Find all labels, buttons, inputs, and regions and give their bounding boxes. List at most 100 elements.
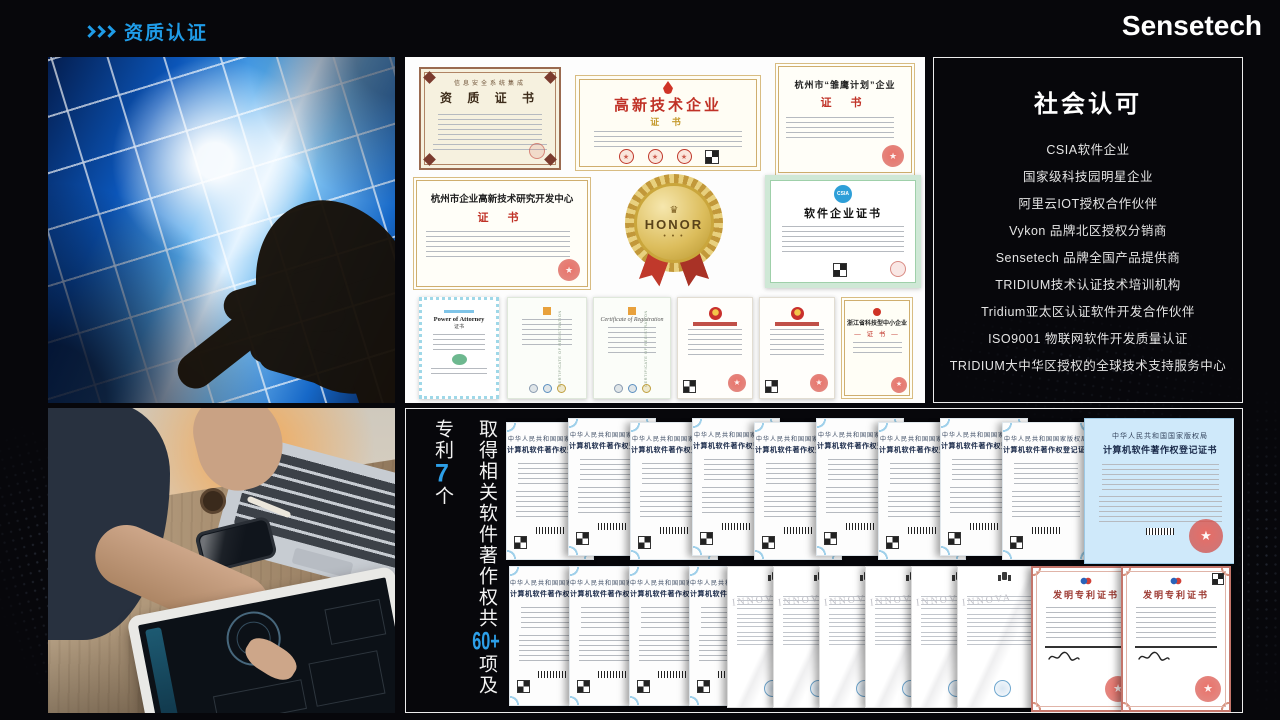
seal-icon xyxy=(890,261,906,277)
certificate-subtitle: — 证 书 — xyxy=(842,328,912,338)
certificate-title: 计算机软件著作权登记证书 xyxy=(1003,445,1089,455)
certificate-title: 浙江省科技型中小企业 xyxy=(842,318,912,327)
certificate-side-text: CERTIFICATE OF REGISTRATION xyxy=(558,310,563,387)
divider xyxy=(1135,646,1218,648)
certificate-title: 杭州市企业高新技术研究开发中心 xyxy=(414,191,590,205)
signature-icon xyxy=(1047,650,1081,664)
certificate-power-of-attorney: Power of Attorney 证书 xyxy=(419,297,499,399)
certificate-registration-emblem-2 xyxy=(759,297,835,399)
certificate-text-lines xyxy=(770,329,825,359)
barcode-icon xyxy=(658,671,686,678)
certificate-title: 软件企业证书 xyxy=(770,205,916,221)
invention-patent-certificate: 发明专利证书 xyxy=(1121,566,1231,712)
certificate-text-lines xyxy=(782,226,905,252)
social-recognition-item: 阿里云IOT授权合作伙伴 xyxy=(934,191,1242,218)
chevrons-icon xyxy=(85,27,114,36)
seal-icon xyxy=(543,384,552,393)
seal-icon xyxy=(642,384,651,393)
copyright-count: 60+ xyxy=(472,629,500,654)
flame-logo-icon xyxy=(663,81,673,94)
certificate-header: 信息安全系统集成 xyxy=(421,78,559,87)
seal-icon xyxy=(994,680,1011,697)
certificate-title: Power of Attorney xyxy=(422,316,496,323)
seal-icon xyxy=(891,377,907,393)
qr-code-icon xyxy=(766,381,777,392)
social-recognition-item: Sensetech 品牌全国产品提供商 xyxy=(934,245,1242,272)
certificate-text-lines xyxy=(608,327,657,357)
medal-label: HONOR xyxy=(645,217,703,232)
registrar-logo-icon xyxy=(628,307,636,315)
qr-code-icon xyxy=(701,533,712,544)
qr-code-icon xyxy=(639,537,650,548)
qr-code-icon xyxy=(684,381,695,392)
certificate-title: 资 质 证 书 xyxy=(421,89,559,106)
social-recognition-item: Tridium亚太区认证软件开发合作伙伴 xyxy=(934,299,1242,326)
qr-code-icon xyxy=(698,681,709,692)
seal-icon xyxy=(1189,519,1223,553)
certificate-logo-bar xyxy=(444,310,474,313)
qr-code-icon xyxy=(638,681,649,692)
seal-icon xyxy=(728,374,746,392)
certificate-header: 中华人民共和国国家版权局 xyxy=(1085,431,1234,441)
certificate-eaglet-plan: 杭州市“雏鹰计划”企业 证 书 xyxy=(775,63,915,176)
certificate-text-lines xyxy=(438,114,543,140)
barcode-icon xyxy=(538,671,566,678)
qr-code-icon xyxy=(949,533,960,544)
barcode-icon xyxy=(598,523,626,530)
patents-caption: 取得相关软件著作权共60+项及 专利7个 xyxy=(420,419,508,711)
qr-code-icon xyxy=(887,537,898,548)
cnipa-logo-icon xyxy=(1079,576,1093,586)
certificate-title-bar xyxy=(775,322,819,326)
social-recognition-item: CSIA软件企业 xyxy=(934,137,1242,164)
divider xyxy=(1045,646,1128,648)
page-title: 资质认证 xyxy=(124,18,208,45)
barcode-icon xyxy=(908,527,936,534)
seal-icon xyxy=(677,149,692,164)
qr-code-icon xyxy=(577,533,588,544)
certificate-text-lines xyxy=(1046,607,1127,641)
barcode-icon xyxy=(598,671,626,678)
crown-icon: ♛ xyxy=(670,206,679,216)
certificate-of-registration-2: CERTIFICATE OF REGISTRATION Certificate … xyxy=(593,297,671,399)
certificate-registration-emblem-1 xyxy=(677,297,753,399)
honor-medal: ♛ HONOR • • • xyxy=(615,174,733,290)
qr-code-icon xyxy=(1011,537,1022,548)
certificate-text-lines xyxy=(688,329,743,359)
certificates-panel: 信息安全系统集成 资 质 证 书 高新技术企业 证 书 杭州市“雏鹰计划”企业 … xyxy=(405,57,925,403)
social-recognition-list: CSIA软件企业 国家级科技园明星企业 阿里云IOT授权合作伙伴 Vykon 品… xyxy=(934,137,1242,380)
social-recognition-item: TRIDIUM大中华区授权的全球技术支持服务中心 xyxy=(934,353,1242,380)
national-emblem-icon xyxy=(791,307,804,320)
certificate-text-lines xyxy=(853,342,902,356)
barcode-icon xyxy=(722,523,750,530)
certificate-subtitle: 证书 xyxy=(422,323,496,330)
qr-code-icon xyxy=(706,151,718,163)
seal-icon xyxy=(452,354,467,365)
qr-code-icon xyxy=(763,537,774,548)
medal-disc: ♛ HONOR • • • xyxy=(634,183,714,263)
header: 资质认证 xyxy=(85,18,208,45)
certificate-text-lines xyxy=(431,368,487,377)
qr-code-icon xyxy=(518,681,529,692)
barcode-icon xyxy=(970,523,998,530)
certificate-security-integration: 信息安全系统集成 资 质 证 书 xyxy=(419,67,561,170)
brand-logo: Sensetech xyxy=(1122,10,1262,42)
certificate-text-lines xyxy=(1014,463,1078,485)
caption-line-1: 取得相关软件著作权共60+项及 xyxy=(464,419,508,711)
seal-icon xyxy=(628,384,637,393)
patent-certificates-row: 中华人民共和国国家版权局 计算机软件著作权登记证书 中华人民共和国国家版权局 计… xyxy=(509,566,1235,712)
cnipa-logo-icon xyxy=(1169,576,1183,586)
barcode-icon xyxy=(536,527,564,534)
qr-code-icon xyxy=(1213,574,1223,584)
certificate-subtitle: 证 书 xyxy=(414,209,590,225)
qr-code-icon xyxy=(578,681,589,692)
patent-count: 7 xyxy=(428,461,456,486)
certificate-text-lines xyxy=(1102,464,1219,490)
seal-icon xyxy=(529,384,538,393)
qr-code-icon xyxy=(834,264,846,276)
social-recognition-panel: 社会认可 CSIA软件企业 国家级科技园明星企业 阿里云IOT授权合作伙伴 Vy… xyxy=(933,57,1243,403)
barcode-icon xyxy=(784,527,812,534)
flower-logo-icon xyxy=(873,308,881,316)
seal-icon xyxy=(810,374,828,392)
barcode-icon xyxy=(846,523,874,530)
qr-code-icon xyxy=(825,533,836,544)
